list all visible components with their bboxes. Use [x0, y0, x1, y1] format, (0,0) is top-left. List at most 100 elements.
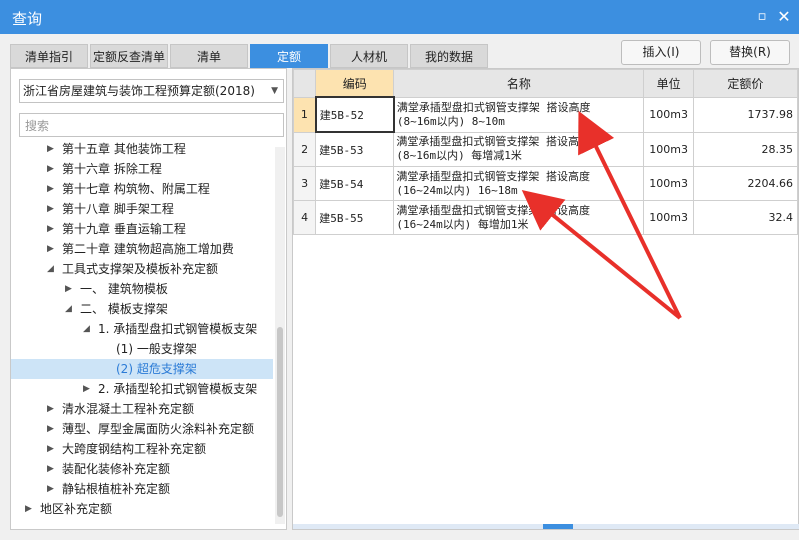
tree-node[interactable]: ▶ 第十九章 垂直运输工程 — [11, 219, 273, 239]
splitter-handle[interactable] — [543, 524, 573, 529]
collapsed-triangle-icon[interactable]: ▶ — [83, 379, 93, 399]
name-line-2: (8~16m以内) 8~10m — [396, 114, 505, 128]
name-cell[interactable]: 满堂承插型盘扣式钢管支撑架 搭设高度 (8~16m以内) 每增减1米 — [393, 131, 645, 167]
price-cell[interactable]: 2204.66 — [692, 166, 799, 201]
tree-node[interactable]: ▶ 第十五章 其他装饰工程 — [11, 139, 273, 159]
tab-my-data[interactable]: 我的数据 — [410, 44, 488, 68]
code-cell[interactable]: 建5B-54 — [315, 166, 395, 201]
unit-cell[interactable]: 100m3 — [643, 96, 694, 133]
table-row[interactable]: 3 建5B-54 满堂承插型盘扣式钢管支撑架 搭设高度 (16~24m以内) 16… — [292, 166, 799, 201]
insert-button[interactable]: 插入(I) — [621, 40, 701, 65]
collapsed-triangle-icon[interactable]: ▶ — [47, 219, 57, 239]
table-row[interactable]: 2 建5B-53 满堂承插型盘扣式钢管支撑架 搭设高度 (8~16m以内) 每增减… — [292, 131, 799, 167]
name-line-1: 满堂承插型盘扣式钢管支撑架 搭设高度 — [396, 135, 590, 149]
code-cell[interactable]: 建5B-52 — [314, 96, 395, 133]
tab-bill[interactable]: 清单 — [170, 44, 248, 68]
collapsed-triangle-icon[interactable]: ▶ — [47, 179, 57, 199]
price-cell[interactable]: 32.4 — [692, 200, 799, 235]
tree-node[interactable]: (1) 一般支撑架 — [11, 339, 273, 359]
collapsed-triangle-icon[interactable]: ▶ — [47, 199, 57, 219]
collapsed-triangle-icon[interactable]: ▶ — [47, 419, 57, 439]
unit-cell[interactable]: 100m3 — [643, 166, 694, 201]
expanded-triangle-icon[interactable]: ◢ — [83, 319, 93, 339]
minimize-icon[interactable]: ▫ — [754, 9, 770, 25]
column-header-price[interactable]: 定额价 — [692, 69, 799, 98]
expanded-triangle-icon[interactable]: ◢ — [47, 259, 57, 279]
name-line-2: (8~16m以内) 每增减1米 — [396, 149, 522, 163]
unit-cell[interactable]: 100m3 — [643, 131, 694, 167]
collapsed-triangle-icon[interactable]: ▶ — [47, 459, 57, 479]
row-number: 4 — [292, 200, 317, 235]
tree-node[interactable]: ▶ 第十七章 构筑物、附属工程 — [11, 179, 273, 199]
row-number: 3 — [292, 166, 317, 201]
expanded-triangle-icon[interactable]: ◢ — [65, 299, 75, 319]
price-cell[interactable]: 1737.98 — [692, 96, 799, 133]
tree-node[interactable]: ▶ 大跨度钢结构工程补充定额 — [11, 439, 273, 459]
collapsed-triangle-icon[interactable]: ▶ — [25, 499, 35, 519]
tree-node[interactable]: ▶ 2. 承插型轮扣式钢管模板支架 — [11, 379, 273, 399]
tree-node-label: 2. 承插型轮扣式钢管模板支架 — [98, 382, 258, 396]
tree-node[interactable]: ◢ 1. 承插型盘扣式钢管模板支架 — [11, 319, 273, 339]
tree-node[interactable]: ◢ 二、 模板支撑架 — [11, 299, 273, 319]
tree-node-label: 第十五章 其他装饰工程 — [62, 142, 186, 156]
tree-node[interactable]: ▶ 第十六章 拆除工程 — [11, 159, 273, 179]
column-header-name[interactable]: 名称 — [393, 69, 645, 98]
search-input[interactable] — [23, 115, 277, 137]
name-cell[interactable]: 满堂承插型盘扣式钢管支撑架 搭设高度 (16~24m以内) 16~18m — [393, 166, 645, 201]
row-number: 1 — [292, 96, 317, 133]
chevron-down-icon: ▼ — [271, 86, 278, 96]
tree-node[interactable]: ▶ 第十八章 脚手架工程 — [11, 199, 273, 219]
price-cell[interactable]: 28.35 — [692, 131, 799, 167]
collapsed-triangle-icon[interactable]: ▶ — [47, 159, 57, 179]
close-icon[interactable]: ✕ — [776, 9, 792, 25]
left-panel: 浙江省房屋建筑与装饰工程预算定额(2018) ▼ ▶ 第十五章 其他装饰工程 ▶ 第十… — [10, 68, 287, 530]
collapsed-triangle-icon[interactable]: ▶ — [47, 399, 57, 419]
tree-node[interactable]: ▶ 地区补充定额 — [11, 499, 273, 519]
right-panel: 编码 名称 单位 定额价 1 建5B-52 满堂承插型盘扣式钢管支撑架 搭设高度… — [292, 68, 799, 530]
rownum-header — [292, 69, 317, 98]
tree-scrollbar-thumb[interactable] — [277, 327, 283, 517]
collapsed-triangle-icon[interactable]: ▶ — [65, 279, 75, 299]
collapsed-triangle-icon[interactable]: ▶ — [47, 479, 57, 499]
tree-node-label: 工具式支撑架及模板补充定额 — [62, 262, 219, 276]
table-row[interactable]: 1 建5B-52 满堂承插型盘扣式钢管支撑架 搭设高度 (8~16m以内) 8~1… — [292, 96, 799, 133]
tree-node[interactable]: ▶ 第二十章 建筑物超高施工增加费 — [11, 239, 273, 259]
tree-node[interactable]: ▶ 薄型、厚型金属面防火涂料补充定额 — [11, 419, 273, 439]
search-box[interactable] — [19, 113, 284, 137]
code-cell[interactable]: 建5B-55 — [315, 200, 395, 235]
tab-reverse-lookup[interactable]: 定额反查清单 — [90, 44, 168, 68]
tab-list-guide[interactable]: 清单指引 — [10, 44, 88, 68]
tree-scrollbar[interactable] — [275, 147, 285, 524]
library-select[interactable]: 浙江省房屋建筑与装饰工程预算定额(2018) ▼ — [19, 79, 284, 103]
tree-node[interactable]: ▶ 静钻根植桩补充定额 — [11, 479, 273, 499]
tree-node-label: 1. 承插型盘扣式钢管模板支架 — [98, 322, 258, 336]
name-cell[interactable]: 满堂承插型盘扣式钢管支撑架 搭设高度 (8~16m以内) 8~10m — [393, 96, 645, 133]
name-line-1: 满堂承插型盘扣式钢管支撑架 搭设高度 — [396, 100, 591, 114]
collapsed-triangle-icon[interactable]: ▶ — [47, 239, 57, 259]
tree-node-label: 装配化装修补充定额 — [62, 462, 171, 476]
tree-node-label: 大跨度钢结构工程补充定额 — [62, 442, 207, 456]
column-header-unit[interactable]: 单位 — [643, 69, 694, 98]
name-cell[interactable]: 满堂承插型盘扣式钢管支撑架 搭设高度 (16~24m以内) 每增加1米 — [393, 200, 645, 235]
unit-cell[interactable]: 100m3 — [643, 200, 694, 235]
collapsed-triangle-icon[interactable]: ▶ — [47, 139, 57, 159]
collapsed-triangle-icon[interactable]: ▶ — [47, 439, 57, 459]
library-select-value: 浙江省房屋建筑与装饰工程预算定额(2018) — [23, 84, 255, 98]
code-cell[interactable]: 建5B-53 — [315, 131, 395, 167]
tree-node[interactable]: ▶ 一、 建筑物模板 — [11, 279, 273, 299]
tree-node[interactable]: ▶ 清水混凝土工程补充定额 — [11, 399, 273, 419]
tree-node[interactable]: (2) 超危支撑架 — [11, 359, 273, 379]
tab-materials[interactable]: 人材机 — [330, 44, 408, 68]
name-line-1: 满堂承插型盘扣式钢管支撑架 搭设高度 — [396, 203, 590, 217]
tree-node-label: 清水混凝土工程补充定额 — [62, 402, 195, 416]
column-header-code[interactable]: 编码 — [315, 69, 395, 98]
table-row[interactable]: 4 建5B-55 满堂承插型盘扣式钢管支撑架 搭设高度 (16~24m以内) 每增… — [292, 200, 799, 235]
tree-node-label: 第十六章 拆除工程 — [62, 162, 162, 176]
tab-quota[interactable]: 定额 — [250, 44, 328, 68]
replace-button[interactable]: 替换(R) — [710, 40, 790, 65]
tree-node[interactable]: ▶ 装配化装修补充定额 — [11, 459, 273, 479]
category-tree: ▶ 第十五章 其他装饰工程 ▶ 第十六章 拆除工程 ▶ 第十七章 构筑物、附属工程 ▶ 第十八… — [11, 139, 273, 525]
title-bar: 查询 ▫ ✕ — [0, 0, 799, 34]
tree-node[interactable]: ◢ 工具式支撑架及模板补充定额 — [11, 259, 273, 279]
quota-table: 编码 名称 单位 定额价 1 建5B-52 满堂承插型盘扣式钢管支撑架 搭设高度… — [292, 69, 799, 235]
